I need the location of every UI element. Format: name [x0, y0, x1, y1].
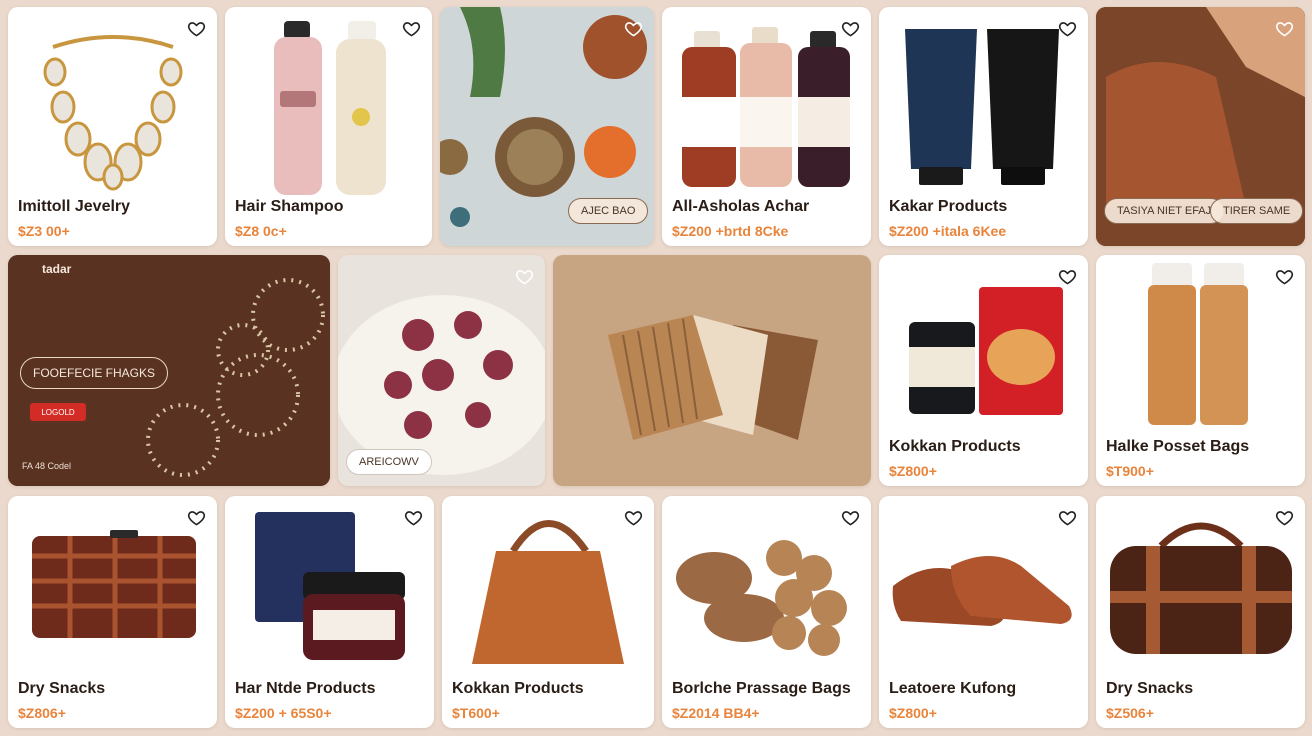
product-image	[676, 540, 847, 656]
favorite-heart-icon[interactable]	[185, 17, 207, 39]
product-image	[43, 35, 183, 191]
favorite-heart-icon[interactable]	[400, 17, 422, 39]
product-price: $Z806+	[18, 705, 66, 721]
product-title: Borlche Prassage Bags	[672, 680, 851, 697]
product-image	[1110, 522, 1292, 654]
product-card[interactable]	[553, 255, 871, 486]
favorite-heart-icon[interactable]	[1056, 17, 1078, 39]
product-image	[255, 512, 405, 660]
product-card[interactable]: Leatoere Kufong $Z800+	[879, 496, 1088, 728]
product-price: $Z800+	[889, 705, 937, 721]
favorite-heart-icon[interactable]	[1056, 506, 1078, 528]
product-card[interactable]: All-Asholas Achar $Z200 +brtd 8Cke	[662, 7, 871, 246]
category-pill[interactable]: TIRER SAME	[1210, 198, 1304, 224]
product-title: Hair Shampoo	[235, 198, 344, 215]
product-image	[682, 27, 850, 187]
product-title: Kokkan Products	[452, 680, 584, 697]
favorite-heart-icon[interactable]	[1056, 265, 1078, 287]
product-price: $Z2014 BB4+	[672, 705, 760, 721]
product-title: Dry Snacks	[1106, 680, 1194, 697]
product-card[interactable]: Borlche Prassage Bags $Z2014 BB4+	[662, 496, 871, 728]
product-card[interactable]: Halke Posset Bags $T900+	[1096, 255, 1305, 486]
product-title: Kokkan Products	[889, 438, 1021, 455]
product-image	[32, 530, 196, 638]
favorite-heart-icon[interactable]	[839, 506, 861, 528]
favorite-heart-icon[interactable]	[1273, 506, 1295, 528]
promo-banner[interactable]: tadar FOOEFECIE FHAGKS LOGOLD FA 48 Code…	[8, 255, 330, 486]
product-title: Leatoere Kufong	[889, 680, 1017, 697]
product-price: $T600+	[452, 705, 500, 721]
product-title: Kakar Products	[889, 198, 1008, 215]
product-image	[905, 29, 1059, 185]
product-card[interactable]: Hair Shampoo $Z8 0c+	[225, 7, 432, 246]
banner-footer: FA 48 Codel	[22, 461, 72, 471]
product-title: Imittoll Jevelry	[18, 198, 131, 215]
product-card[interactable]: Dry Snacks $Z506+	[1096, 496, 1305, 728]
category-pill[interactable]: AREICOWV	[346, 449, 432, 475]
banner-button[interactable]: FOOEFECIE FHAGKS	[20, 357, 169, 389]
product-card[interactable]: Kokkan Products $T600+	[442, 496, 654, 728]
product-price: $Z3 00+	[18, 223, 70, 239]
product-price: $Z200 +brtd 8Cke	[672, 223, 789, 239]
brand-name: tadar	[42, 262, 72, 276]
category-pill[interactable]: AJEC BAO	[568, 198, 649, 224]
product-title: Dry Snacks	[18, 680, 106, 697]
product-card[interactable]: Imittoll Jevelry $Z3 00+	[8, 7, 217, 246]
product-price: $Z200 + 65S0+	[235, 705, 332, 721]
product-image	[909, 287, 1063, 415]
product-image	[472, 520, 624, 664]
product-image	[608, 315, 818, 440]
product-image	[1148, 263, 1248, 425]
favorite-heart-icon[interactable]	[1273, 265, 1295, 287]
product-image	[274, 21, 386, 195]
product-card[interactable]: Har Ntde Products $Z200 + 65S0+	[225, 496, 434, 728]
favorite-heart-icon[interactable]	[839, 17, 861, 39]
favorite-heart-icon[interactable]	[1273, 17, 1295, 39]
product-price: $Z8 0c+	[235, 223, 287, 239]
product-price: $Z800+	[889, 463, 937, 479]
favorite-heart-icon[interactable]	[622, 17, 644, 39]
favorite-heart-icon[interactable]	[513, 265, 535, 287]
category-pill[interactable]: TASIYA NIET EFAJ	[1104, 198, 1225, 224]
product-card[interactable]: AJEC BAO	[440, 7, 654, 246]
product-title: Halke Posset Bags	[1106, 438, 1250, 455]
product-title: All-Asholas Achar	[672, 198, 810, 215]
banner-tag[interactable]: LOGOLD	[30, 403, 86, 421]
product-card[interactable]: Kokkan Products $Z800+	[879, 255, 1088, 486]
product-card[interactable]: TASIYA NIET EFAJ TIRER SAME	[1096, 7, 1305, 246]
favorite-heart-icon[interactable]	[185, 506, 207, 528]
product-card[interactable]: Kakar Products $Z200 +itala 6Kee	[879, 7, 1088, 246]
favorite-heart-icon[interactable]	[622, 506, 644, 528]
product-price: $Z200 +itala 6Kee	[889, 223, 1007, 239]
product-card[interactable]: AREICOWV	[338, 255, 545, 486]
favorite-heart-icon[interactable]	[402, 506, 424, 528]
product-price: $Z506+	[1106, 705, 1154, 721]
product-price: $T900+	[1106, 463, 1154, 479]
product-title: Har Ntde Products	[235, 680, 376, 697]
product-image	[892, 556, 1072, 626]
product-card[interactable]: Dry Snacks $Z806+	[8, 496, 217, 728]
